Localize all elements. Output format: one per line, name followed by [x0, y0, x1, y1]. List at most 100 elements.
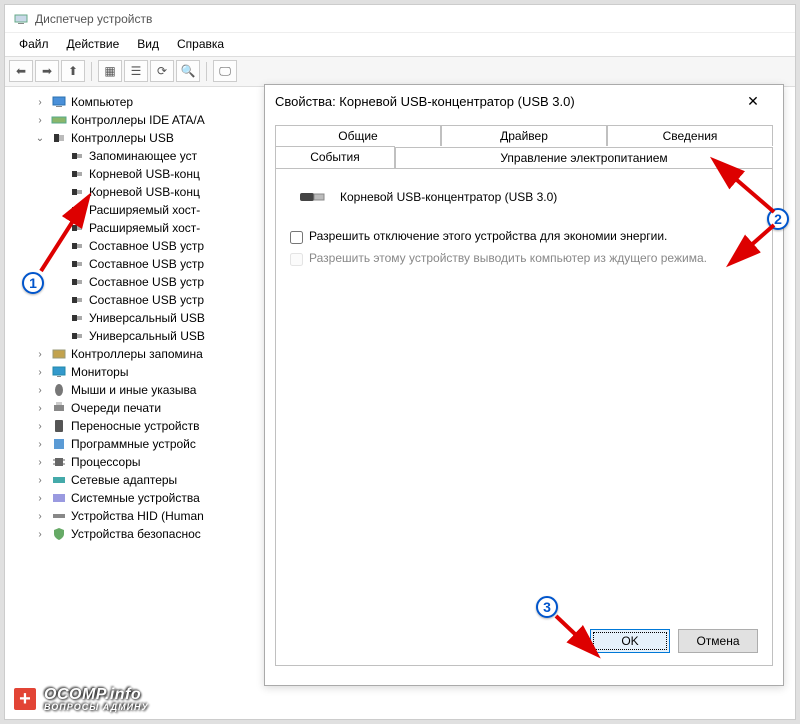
tree-toggle-icon[interactable]: › [33, 475, 47, 486]
titlebar: Диспетчер устройств [5, 5, 795, 33]
tree-toggle-icon[interactable]: › [33, 97, 47, 108]
ide-icon [51, 112, 67, 128]
cancel-button[interactable]: Отмена [678, 629, 758, 653]
usbplug-icon [69, 310, 85, 326]
menu-file[interactable]: Файл [11, 35, 57, 54]
tree-node-label: Программные устройс [71, 437, 196, 451]
tree-toggle-icon[interactable]: › [33, 421, 47, 432]
dialog-titlebar: Свойства: Корневой USB-концентратор (USB… [265, 85, 783, 117]
tree-node-label: Составное USB устр [89, 275, 204, 289]
printer-icon [51, 400, 67, 416]
menu-view[interactable]: Вид [129, 35, 167, 54]
checkbox-wake-row: Разрешить этому устройству выводить комп… [290, 251, 758, 267]
watermark-line1: OCOMP.info [44, 687, 149, 703]
usb-device-icon [298, 187, 330, 207]
tab-general[interactable]: Общие [275, 125, 441, 146]
annotation-badge-2: 2 [767, 208, 789, 230]
tab-panel-power: Корневой USB-концентратор (USB 3.0) Разр… [275, 168, 773, 666]
tab-events[interactable]: События [275, 146, 395, 168]
tab-details[interactable]: Сведения [607, 125, 773, 146]
mouse-icon [51, 382, 67, 398]
tree-node-label: Расширяемый хост- [89, 221, 200, 235]
tree-node-label: Корневой USB-конц [89, 167, 200, 181]
usbplug-icon [69, 220, 85, 236]
usbplug-icon [69, 256, 85, 272]
checkbox-allow-off-row: Разрешить отключение этого устройства дл… [290, 229, 758, 245]
properties-button[interactable]: ☰ [124, 60, 148, 82]
dialog-title: Свойства: Корневой USB-концентратор (USB… [275, 94, 575, 109]
hid-icon [51, 508, 67, 524]
tab-power[interactable]: Управление электропитанием [395, 147, 773, 169]
checkbox-wake-label: Разрешить этому устройству выводить комп… [309, 251, 707, 267]
tree-node-label: Системные устройства [71, 491, 200, 505]
checkbox-allow-off[interactable] [290, 231, 303, 244]
device-name-label: Корневой USB-концентратор (USB 3.0) [340, 190, 557, 204]
security-icon [51, 526, 67, 542]
tree-node-label: Составное USB устр [89, 257, 204, 271]
tree-toggle-icon[interactable]: › [33, 403, 47, 414]
tree-toggle-icon[interactable]: › [33, 511, 47, 522]
refresh-button[interactable]: ⟳ [150, 60, 174, 82]
usb-icon [51, 130, 67, 146]
tree-node-label: Устройства безопаснос [71, 527, 201, 541]
menu-action[interactable]: Действие [59, 35, 128, 54]
tree-toggle-icon[interactable]: › [33, 367, 47, 378]
tabs-container: Общие Драйвер Сведения События Управлени… [265, 117, 783, 666]
toolbar-divider [206, 62, 207, 81]
tree-node-label: Сетевые адаптеры [71, 473, 177, 487]
menu-help[interactable]: Справка [169, 35, 232, 54]
tree-node-label: Мыши и иные указыва [71, 383, 196, 397]
window-title: Диспетчер устройств [35, 12, 152, 26]
show-hidden-button[interactable]: ▦ [98, 60, 122, 82]
toolbar: ⬅ ➡ ⬆ ▦ ☰ ⟳ 🔍 🖵 [5, 57, 795, 87]
usbplug-icon [69, 274, 85, 290]
portable-icon [51, 418, 67, 434]
tree-toggle-icon[interactable]: › [33, 529, 47, 540]
usbplug-icon [69, 292, 85, 308]
tree-node-label: Составное USB устр [89, 239, 204, 253]
tree-toggle-icon[interactable]: ⌄ [33, 133, 47, 144]
tree-node-label: Компьютер [71, 95, 133, 109]
annotation-badge-3: 3 [536, 596, 558, 618]
tree-node-label: Контроллеры USB [71, 131, 174, 145]
usbplug-icon [69, 328, 85, 344]
ok-button[interactable]: OK [590, 629, 670, 653]
usbplug-icon [69, 202, 85, 218]
usbplug-icon [69, 238, 85, 254]
tree-node-label: Очереди печати [71, 401, 161, 415]
network-icon [51, 472, 67, 488]
tree-node-label: Запоминающее уст [89, 149, 197, 163]
annotation-badge-1: 1 [22, 272, 44, 294]
computer-icon [51, 94, 67, 110]
back-button[interactable]: ⬅ [9, 60, 33, 82]
scan-button[interactable]: 🔍 [176, 60, 200, 82]
watermark-plus-icon: + [12, 686, 38, 712]
watermark: + OCOMP.info ВОПРОСЫ АДМИНУ [12, 686, 149, 712]
usbplug-icon [69, 148, 85, 164]
tree-toggle-icon[interactable]: › [33, 385, 47, 396]
monitor-icon [51, 364, 67, 380]
tree-toggle-icon[interactable]: › [33, 349, 47, 360]
forward-button[interactable]: ➡ [35, 60, 59, 82]
tree-toggle-icon[interactable]: › [33, 457, 47, 468]
close-button[interactable]: ✕ [733, 93, 773, 110]
tree-node-label: Корневой USB-конц [89, 185, 200, 199]
usbplug-icon [69, 184, 85, 200]
tree-node-label: Мониторы [71, 365, 128, 379]
tree-toggle-icon[interactable]: › [33, 439, 47, 450]
tree-node-label: Переносные устройств [71, 419, 200, 433]
tab-driver[interactable]: Драйвер [441, 125, 607, 146]
checkbox-allow-off-label[interactable]: Разрешить отключение этого устройства дл… [309, 229, 667, 245]
software-icon [51, 436, 67, 452]
tree-node-label: Универсальный USB [89, 311, 205, 325]
tree-toggle-icon[interactable]: › [33, 115, 47, 126]
tree-toggle-icon[interactable]: › [33, 493, 47, 504]
watermark-line2: ВОПРОСЫ АДМИНУ [44, 703, 149, 712]
tree-node-label: Процессоры [71, 455, 141, 469]
tree-node-label: Универсальный USB [89, 329, 205, 343]
up-button[interactable]: ⬆ [61, 60, 85, 82]
system-icon [51, 490, 67, 506]
tree-node-label: Расширяемый хост- [89, 203, 200, 217]
tree-node-label: Контроллеры запомина [71, 347, 203, 361]
monitor-button[interactable]: 🖵 [213, 60, 237, 82]
